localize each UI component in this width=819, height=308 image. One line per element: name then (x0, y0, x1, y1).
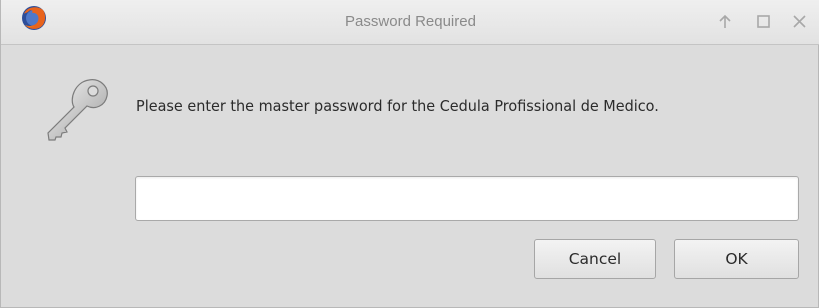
key-icon (43, 76, 115, 142)
arrow-up-icon[interactable] (714, 11, 736, 33)
password-dialog-window: Password Required Please enter the maste… (0, 0, 819, 308)
title-bar[interactable]: Password Required (1, 0, 819, 45)
dialog-message: Please enter the master password for the… (136, 97, 659, 115)
ok-button[interactable]: OK (674, 239, 799, 279)
window-title: Password Required (345, 13, 476, 30)
maximize-icon[interactable] (753, 11, 775, 33)
cancel-button[interactable]: Cancel (534, 239, 656, 279)
close-icon[interactable] (789, 11, 811, 33)
password-input[interactable] (135, 176, 799, 221)
